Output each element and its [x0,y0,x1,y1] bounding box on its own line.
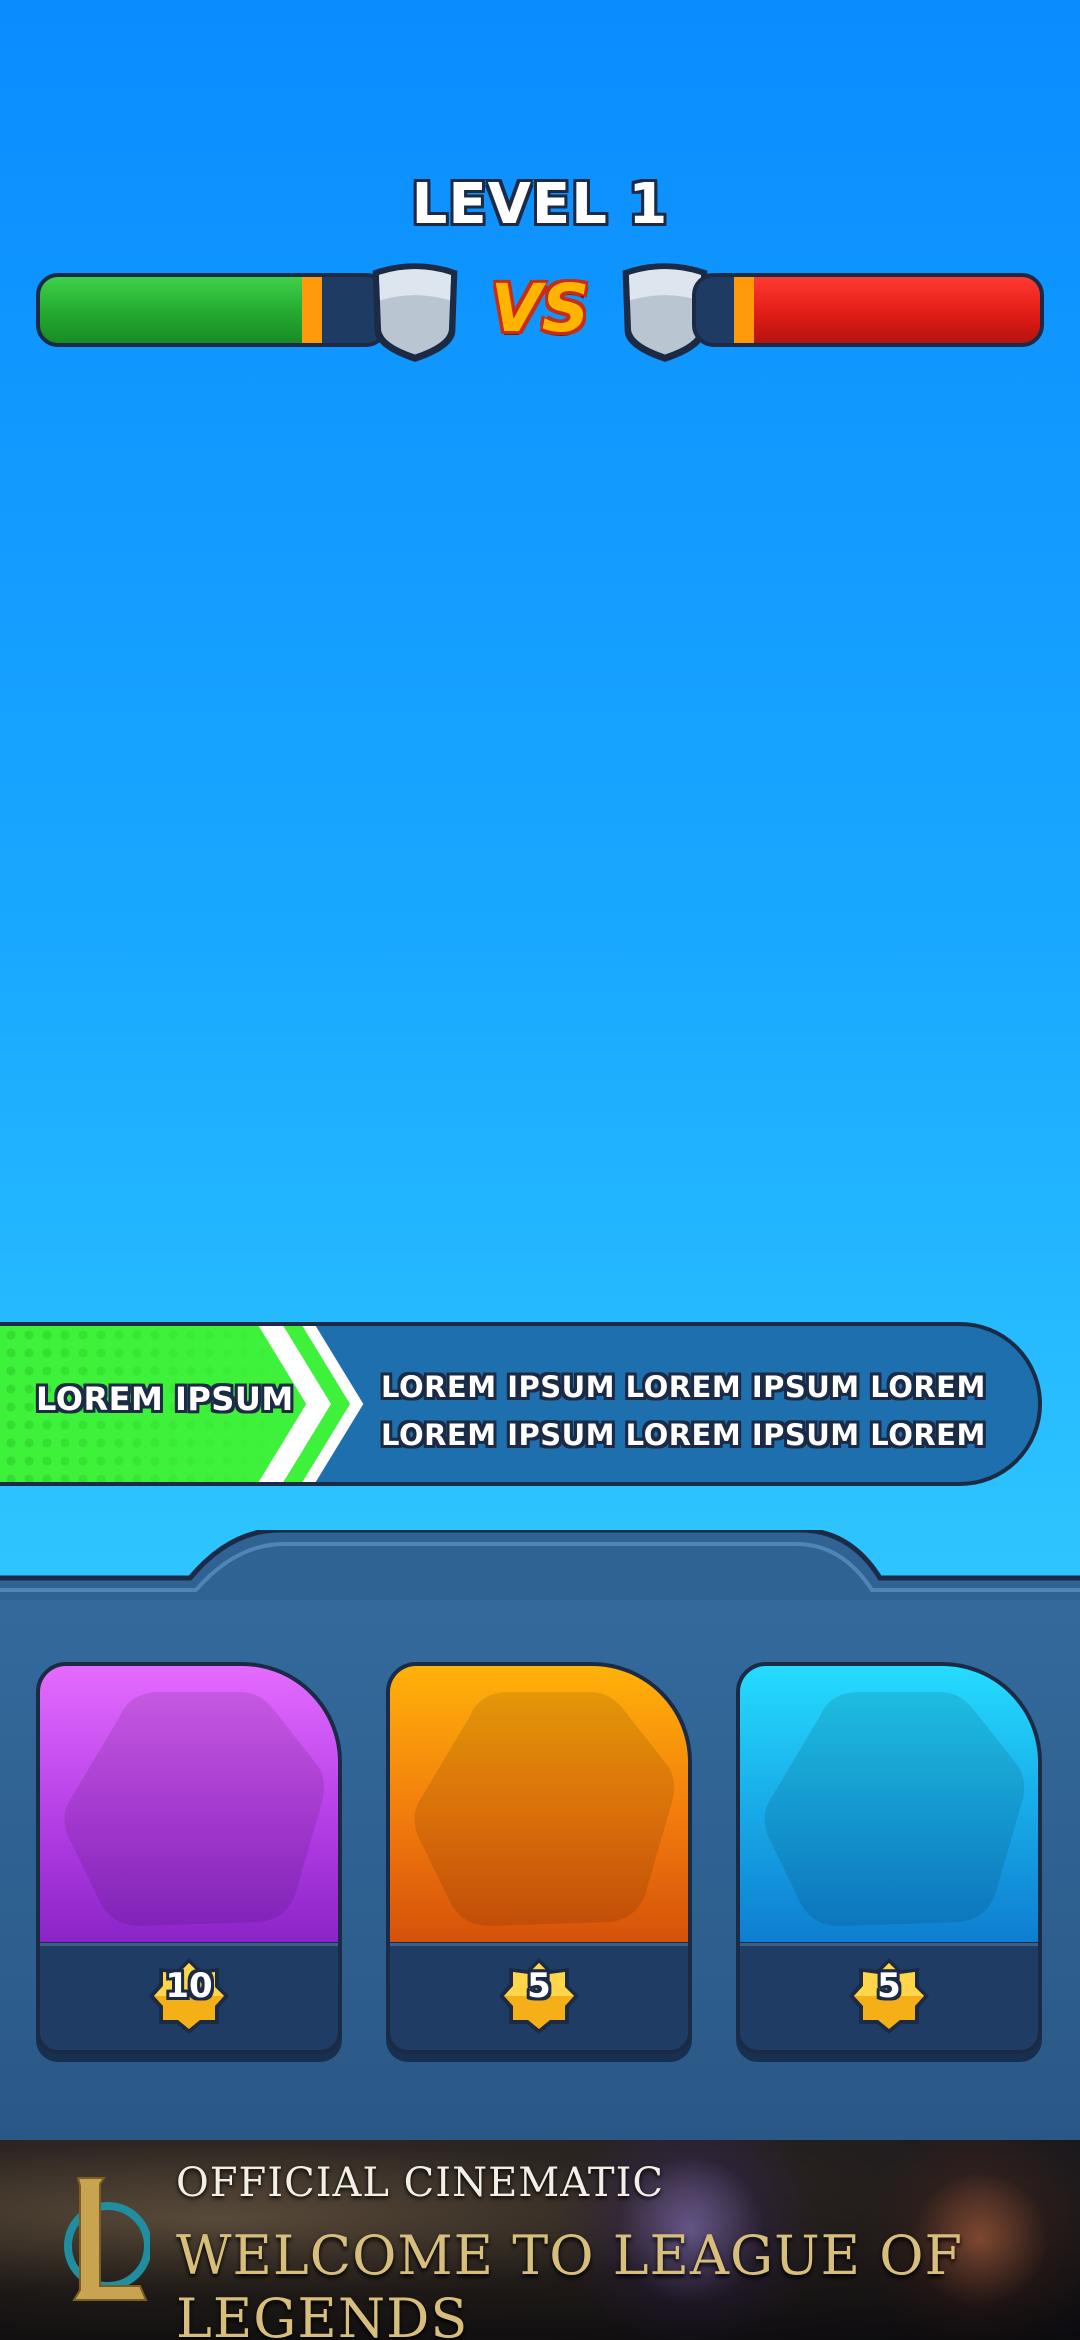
card-art [40,1666,338,1946]
player-shield-icon [372,263,458,362]
card-cost: 5 [877,1966,901,2006]
banner-label: LOREM IPSUM [36,1380,294,1418]
card-hexagon-icon [414,1692,675,1926]
vs-label: VS [490,270,590,347]
card-art [390,1666,688,1946]
info-banner: LOREM IPSUM LOREM IPSUM LOREM IPSUM LORE… [0,1322,1042,1486]
card-art [740,1666,1038,1946]
player-health-fill [40,277,302,343]
health-edge [302,277,322,343]
card-hexagon-icon [764,1692,1025,1926]
card-cost: 5 [527,1966,551,2006]
card-cost-footer: 5 [390,1943,688,2050]
enemy-health-fill [754,277,1040,343]
ad-subtitle: OFFICIAL CINEMATIC [176,2160,665,2206]
card-cost-footer: 10 [40,1943,338,2050]
card-cost-footer: 5 [740,1943,1038,2050]
league-logo-icon [64,2177,150,2301]
banner-text-line-1: LOREM IPSUM LOREM IPSUM LOREM [381,1370,986,1404]
player-health-bar [36,273,388,347]
ad-banner[interactable]: OFFICIAL CINEMATIC WELCOME TO LEAGUE OF … [0,2140,1080,2340]
card-orange[interactable]: 5 [386,1662,692,2054]
card-cost: 10 [165,1966,213,2006]
level-title: LEVEL 1 [411,172,669,237]
enemy-health-bar [692,273,1044,347]
card-hexagon-icon [64,1692,325,1926]
card-purple[interactable]: 10 [36,1662,342,2054]
banner-text-line-2: LOREM IPSUM LOREM IPSUM LOREM [381,1418,986,1452]
ad-title: WELCOME TO LEAGUE OF LEGENDS [176,2224,963,2340]
card-cyan[interactable]: 5 [736,1662,1042,2054]
health-edge [734,277,754,343]
